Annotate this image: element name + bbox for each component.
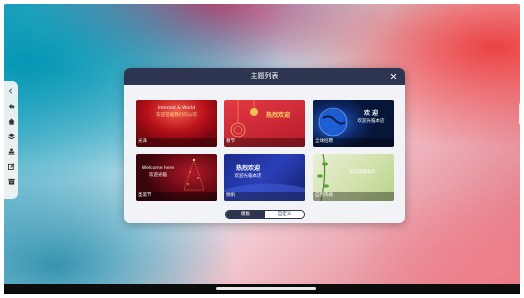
theme-list-dialog: 主题列表 Internet & World 欢迎莅临我们的公司 光泽 热烈欢迎 … — [124, 68, 405, 223]
theme-card-subtext: 欢迎莅临我们的公司 — [156, 113, 197, 118]
theme-card-heading: 欢迎莅临本店 — [348, 170, 376, 175]
template-source-switch: 模板 自定义 — [225, 210, 305, 219]
theme-card-label: 扬帆 — [226, 193, 235, 198]
theme-card-subtext: 欢迎光临 — [149, 173, 167, 178]
theme-card-label: 光泽 — [138, 139, 147, 144]
desktop-background: 主题列表 Internet & World 欢迎莅临我们的公司 光泽 热烈欢迎 … — [4, 4, 520, 294]
edit-icon[interactable] — [6, 159, 16, 173]
theme-card-label-bar — [136, 138, 217, 147]
theme-card-heading: 欢 迎 — [363, 110, 379, 117]
right-edge-handle[interactable] — [519, 103, 520, 125]
box-icon[interactable] — [6, 174, 16, 188]
bottom-navigation-bar — [4, 284, 520, 294]
theme-card-heading: 热烈欢迎 — [265, 112, 290, 119]
theme-card-heading: 热烈欢迎 — [235, 165, 260, 172]
theme-card-quanqiu[interactable]: 欢 迎 欢迎光临本店 全球招聘 — [313, 100, 394, 147]
collapse-arrow-icon[interactable] — [6, 85, 16, 97]
theme-card-chunjie[interactable]: 热烈欢迎 春节 — [224, 100, 305, 147]
layers-icon[interactable] — [6, 129, 16, 143]
home-icon[interactable] — [6, 114, 16, 128]
segment-custom-tab[interactable]: 自定义 — [265, 211, 304, 218]
theme-card-label: 全球招聘 — [315, 139, 333, 144]
home-indicator[interactable] — [216, 287, 316, 290]
theme-card-label: 春节 — [226, 139, 235, 144]
theme-card-heading: Welcome here — [141, 166, 175, 171]
theme-card-yangfan[interactable]: 热烈欢迎 欢迎光临本店 扬帆 — [224, 154, 305, 201]
theme-card-subtext: 欢迎光临本店 — [234, 174, 262, 179]
theme-card-heading: Internet & World — [157, 106, 196, 111]
left-toolbar — [4, 81, 18, 199]
theme-card-label-bar — [224, 138, 305, 147]
theme-card-label-bar — [224, 192, 305, 201]
dialog-title: 主题列表 — [250, 72, 279, 80]
back-icon[interactable] — [6, 99, 16, 113]
stamp-icon[interactable] — [6, 144, 16, 158]
theme-card-subtext: 欢迎光临本店 — [357, 119, 385, 124]
theme-card-label: 自然风格 — [315, 193, 333, 198]
close-icon[interactable] — [388, 71, 399, 82]
theme-card-shengdan[interactable]: Welcome here 欢迎光临 圣诞节 — [136, 154, 217, 201]
theme-card-label: 圣诞节 — [138, 193, 152, 198]
segment-template-tab[interactable]: 模板 — [226, 211, 265, 218]
theme-card-ziran[interactable]: 欢迎莅临本店 自然风格 — [313, 154, 394, 201]
theme-card-guangze[interactable]: Internet & World 欢迎莅临我们的公司 光泽 — [136, 100, 217, 147]
